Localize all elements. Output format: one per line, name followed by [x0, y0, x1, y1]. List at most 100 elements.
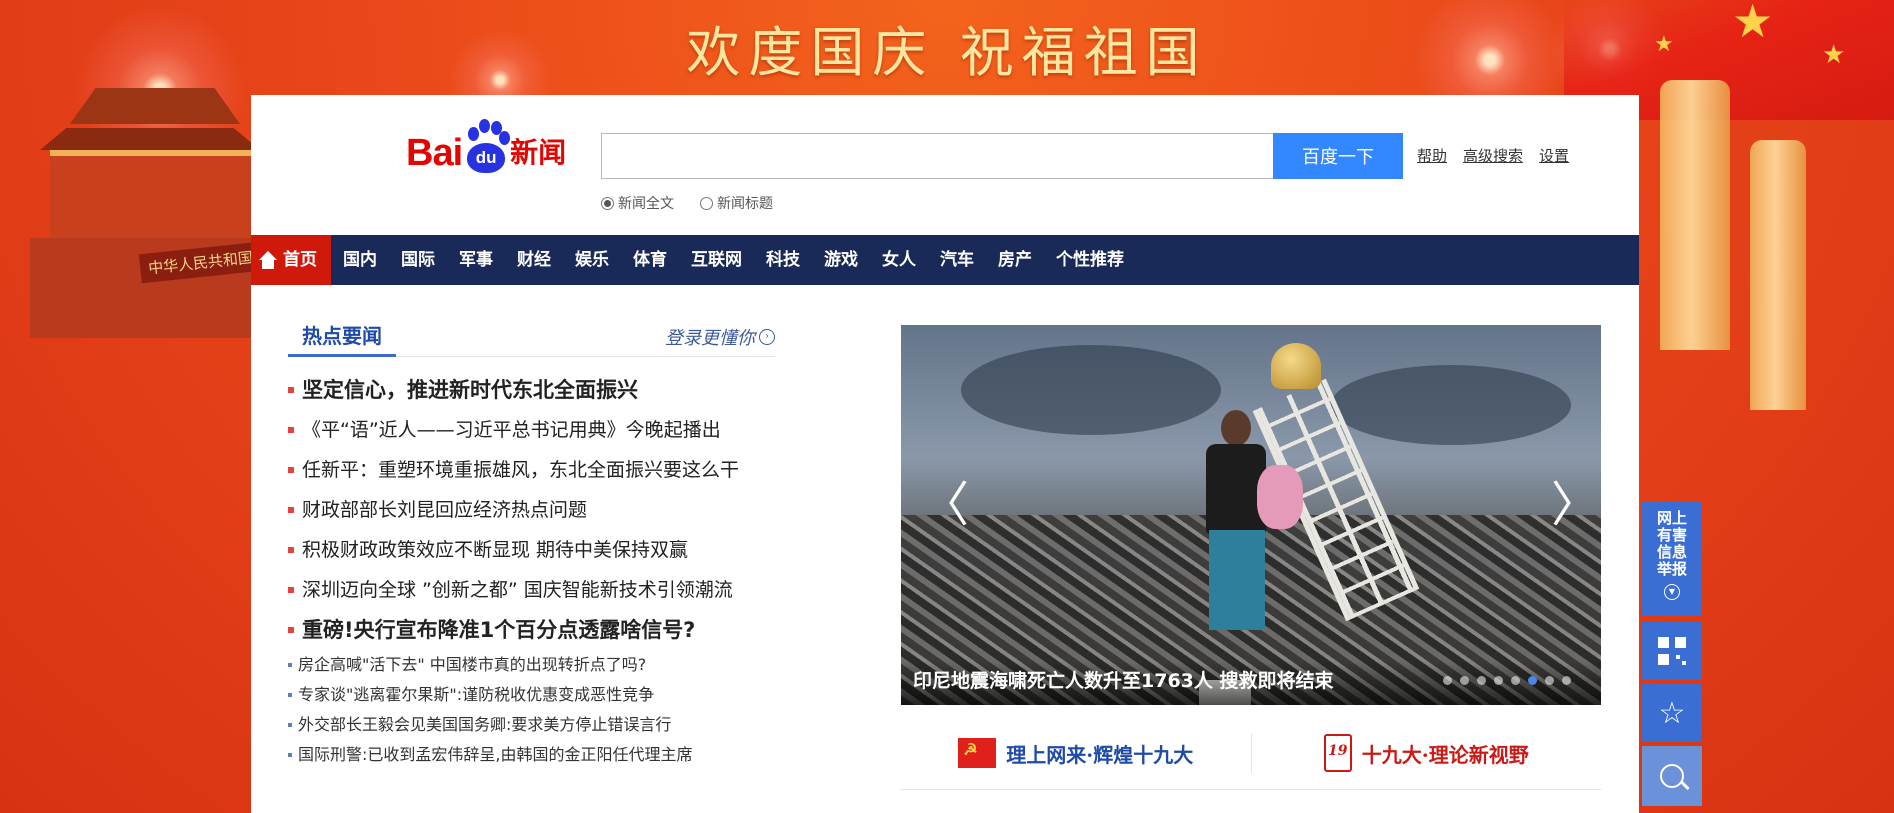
- bullet-icon: [288, 387, 294, 393]
- carousel-dot[interactable]: [1443, 676, 1452, 685]
- sidebar-search-button[interactable]: [1642, 746, 1702, 806]
- person-figure: [1199, 410, 1303, 705]
- nav-item[interactable]: 娱乐: [563, 235, 621, 285]
- radio-full-text[interactable]: 新闻全文: [601, 193, 674, 213]
- news-item[interactable]: 外交部长王毅会见美国国务卿:要求美方停止错误言行: [288, 710, 788, 740]
- news-headline: 《平“语”近人——习近平总书记用典》今晚起播出: [302, 419, 721, 441]
- carousel-dot[interactable]: [1528, 676, 1537, 685]
- news-item[interactable]: 重磅!央行宣布降准1个百分点透露啥信号?: [288, 610, 788, 650]
- report-text: 网上有害信息举报: [1656, 509, 1687, 578]
- star-outline-icon: ☆: [1658, 695, 1686, 731]
- advanced-search-link[interactable]: 高级搜索: [1463, 145, 1523, 166]
- nav-item-home[interactable]: 首页: [251, 235, 331, 285]
- circle-arrow-icon: ›: [759, 329, 775, 345]
- promo-banners: 理上网来·辉煌十九大 19 十九大·理论新视野: [901, 717, 1601, 790]
- bullet-icon: [288, 723, 292, 727]
- bullet-icon: [288, 467, 294, 473]
- carousel-dot[interactable]: [1494, 676, 1503, 685]
- carousel-indicators: [1443, 676, 1571, 685]
- logo-bai-text: Bai: [406, 132, 463, 174]
- nav-item[interactable]: 国际: [389, 235, 447, 285]
- news-headline: 国际刑警:已收到孟宏伟辞呈,由韩国的金正阳任代理主席: [298, 745, 693, 764]
- search-icon: [1660, 764, 1684, 788]
- news-item[interactable]: 坚定信心，推进新时代东北全面振兴: [288, 370, 788, 410]
- star-icon: ★: [1654, 32, 1674, 57]
- search-button[interactable]: 百度一下: [1273, 133, 1403, 179]
- radio-label: 新闻全文: [618, 196, 674, 212]
- news-headline: 重磅!央行宣布降准1个百分点透露啥信号?: [302, 618, 696, 642]
- nav-item[interactable]: 游戏: [812, 235, 870, 285]
- star-icon: ★: [1732, 0, 1774, 48]
- promo-link-right[interactable]: 19 十九大·理论新视野: [1252, 733, 1602, 773]
- promo-text: 理上网来·辉煌十九大: [1006, 742, 1194, 767]
- nav-item[interactable]: 财经: [505, 235, 563, 285]
- dome-shape: [1271, 343, 1321, 389]
- nineteen-badge-icon: 19: [1323, 734, 1352, 772]
- news-item[interactable]: 财政部部长刘昆回应经济热点问题: [288, 490, 788, 530]
- news-item[interactable]: 深圳迈向全球 ”创新之都” 国庆智能新技术引领潮流: [288, 570, 788, 610]
- news-headline: 坚定信心，推进新时代东北全面振兴: [302, 378, 638, 402]
- news-item[interactable]: 房企高喊"活下去" 中国楼市真的出现转折点了吗?: [288, 650, 788, 680]
- promo-text: 十九大·理论新视野: [1361, 742, 1529, 767]
- search-input[interactable]: [601, 133, 1273, 179]
- news-headline: 深圳迈向全球 ”创新之都” 国庆智能新技术引领潮流: [302, 579, 733, 601]
- carousel-prev-button[interactable]: 〈: [921, 475, 969, 535]
- news-headline: 积极财政政策效应不断显现 期待中美保持双赢: [302, 539, 689, 561]
- baidu-news-logo[interactable]: Bai du 新闻: [406, 117, 566, 175]
- photo-carousel[interactable]: 印尼地震海啸死亡人数升至1763人 搜救即将结束 〈 〉: [901, 325, 1601, 705]
- star-icon: ★: [1822, 40, 1846, 70]
- bullet-icon: [288, 663, 292, 667]
- carousel-caption[interactable]: 印尼地震海啸死亡人数升至1763人 搜救即将结束: [913, 666, 1334, 693]
- hot-news-header: 热点要闻 登录更懂你 ›: [288, 320, 775, 357]
- logo-du-text: du: [467, 143, 506, 173]
- news-item[interactable]: 《平“语”近人——习近平总书记用典》今晚起播出: [288, 410, 788, 450]
- tiananmen-gate-illustration: 中华人民共和国: [30, 88, 263, 338]
- bullet-icon: [288, 587, 294, 593]
- main-panel: Bai du 新闻 百度一下 帮助 高级搜索 设置 新闻全文 新闻标题 首页 国: [251, 95, 1639, 813]
- favorite-button[interactable]: ☆: [1642, 684, 1702, 742]
- nav-item[interactable]: 科技: [754, 235, 812, 285]
- promo-link-left[interactable]: 理上网来·辉煌十九大: [901, 733, 1252, 773]
- channel-navbar: 首页 国内 国际 军事 财经 娱乐 体育 互联网 科技 游戏 女人 汽车 房产 …: [251, 235, 1639, 285]
- bullet-icon: [288, 427, 294, 433]
- settings-link[interactable]: 设置: [1539, 145, 1569, 166]
- news-headline: 外交部长王毅会见美国国务卿:要求美方停止错误言行: [298, 715, 672, 734]
- nav-item[interactable]: 个性推荐: [1044, 235, 1136, 285]
- paw-icon: du: [462, 117, 511, 175]
- chevron-down-icon: ▼: [1664, 584, 1680, 600]
- news-item[interactable]: 任新平：重塑环境重振雄风，东北全面振兴要这么干: [288, 450, 788, 490]
- hot-news-list: 坚定信心，推进新时代东北全面振兴《平“语”近人——习近平总书记用典》今晚起播出任…: [288, 370, 788, 770]
- bullet-icon: [288, 753, 292, 757]
- qr-code-button[interactable]: [1642, 622, 1702, 680]
- radio-label: 新闻标题: [717, 196, 773, 212]
- login-prompt[interactable]: 登录更懂你 ›: [665, 324, 775, 350]
- news-item[interactable]: 专家谈"逃离霍尔果斯":谨防税收优惠变成恶性竞争: [288, 680, 788, 710]
- bullet-icon: [288, 693, 292, 697]
- hot-news-tab[interactable]: 热点要闻: [288, 320, 396, 357]
- nav-item[interactable]: 军事: [447, 235, 505, 285]
- news-item[interactable]: 国际刑警:已收到孟宏伟辞呈,由韩国的金正阳任代理主席: [288, 740, 788, 770]
- report-harmful-info-button[interactable]: 网上有害信息举报 ▼: [1642, 502, 1702, 616]
- nav-item[interactable]: 互联网: [679, 235, 754, 285]
- carousel-dot[interactable]: [1545, 676, 1554, 685]
- nav-item[interactable]: 女人: [870, 235, 928, 285]
- huabiao-pillar: [1660, 80, 1730, 350]
- carousel-dot[interactable]: [1477, 676, 1486, 685]
- radio-title-only[interactable]: 新闻标题: [700, 193, 773, 213]
- login-prompt-text: 登录更懂你: [665, 328, 755, 349]
- help-link[interactable]: 帮助: [1417, 145, 1447, 166]
- carousel-dot[interactable]: [1511, 676, 1520, 685]
- logo-news-text: 新闻: [510, 136, 567, 169]
- news-item[interactable]: 积极财政政策效应不断显现 期待中美保持双赢: [288, 530, 788, 570]
- nav-item[interactable]: 房产: [986, 235, 1044, 285]
- nav-item[interactable]: 汽车: [928, 235, 986, 285]
- news-headline: 专家谈"逃离霍尔果斯":谨防税收优惠变成恶性竞争: [298, 685, 655, 704]
- nav-item[interactable]: 体育: [621, 235, 679, 285]
- carousel-next-button[interactable]: 〉: [1551, 475, 1599, 535]
- nav-label: 首页: [283, 250, 317, 270]
- nav-item[interactable]: 国内: [331, 235, 389, 285]
- home-icon: [259, 251, 277, 269]
- bullet-icon: [288, 627, 294, 633]
- carousel-dot[interactable]: [1460, 676, 1469, 685]
- carousel-dot[interactable]: [1562, 676, 1571, 685]
